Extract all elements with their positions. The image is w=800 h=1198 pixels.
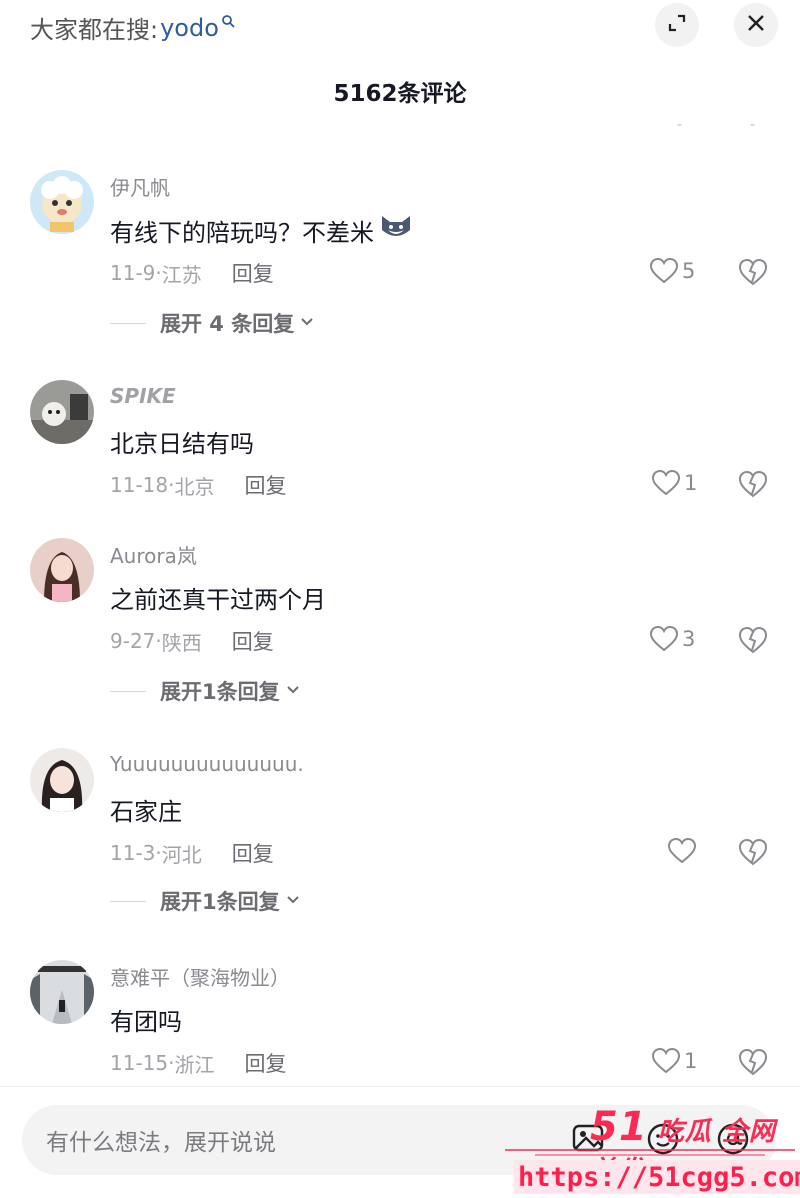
reply-button[interactable]: 回复 bbox=[232, 838, 274, 868]
close-button[interactable] bbox=[734, 3, 778, 47]
comment-text: 之前还真干过两个月 bbox=[110, 586, 326, 614]
avatar[interactable] bbox=[30, 748, 94, 812]
comment-text: 北京日结有吗 bbox=[110, 430, 254, 458]
close-icon bbox=[746, 13, 766, 37]
like-count: 5 bbox=[682, 259, 696, 283]
comment-date: 11-18 bbox=[110, 473, 169, 497]
comment-location: 河北 bbox=[161, 842, 202, 867]
comment-username[interactable]: 意难平（聚海物业） bbox=[110, 962, 290, 991]
heart-icon bbox=[650, 626, 678, 652]
dislike-button[interactable] bbox=[738, 258, 768, 290]
dislike-button[interactable] bbox=[738, 470, 768, 502]
comment-meta: 11-15 · 浙江 回复 bbox=[110, 1048, 286, 1078]
divider-dash: - bbox=[677, 117, 683, 133]
comment-location: 浙江 bbox=[174, 1052, 215, 1077]
expand-replies[interactable]: 展开 4 条回复 bbox=[110, 308, 314, 338]
comment-username[interactable]: 伊凡帆 bbox=[110, 172, 170, 201]
comment-date: 11-9 bbox=[110, 261, 156, 285]
reply-button[interactable]: 回复 bbox=[244, 1048, 286, 1078]
expand-replies[interactable]: 展开1条回复 bbox=[110, 676, 300, 706]
avatar[interactable] bbox=[30, 538, 94, 602]
broken-heart-icon bbox=[738, 258, 768, 286]
heart-icon bbox=[652, 1048, 680, 1074]
comment-username[interactable]: Aurora岚 bbox=[110, 540, 197, 569]
broken-heart-icon bbox=[738, 626, 768, 654]
search-keyword[interactable]: yodo bbox=[160, 14, 219, 42]
like-button[interactable]: 5 bbox=[650, 258, 695, 284]
broken-heart-icon bbox=[738, 470, 768, 498]
heart-icon bbox=[652, 470, 680, 496]
avatar[interactable] bbox=[30, 380, 94, 444]
comment-username[interactable]: Yuuuuuuuuuuuuuu. bbox=[110, 752, 304, 776]
comment-location: 陕西 bbox=[161, 630, 202, 655]
divider-line bbox=[110, 690, 146, 692]
watermark-stripes bbox=[505, 1149, 795, 1156]
comment-location: 江苏 bbox=[161, 262, 202, 287]
dislike-button[interactable] bbox=[738, 838, 768, 870]
watermark-url: https://51cgg5.com bbox=[514, 1160, 800, 1194]
like-count: 1 bbox=[684, 471, 698, 495]
chevron-down-icon bbox=[286, 683, 300, 699]
comment-date: 11-3 bbox=[110, 841, 156, 865]
like-button[interactable] bbox=[668, 838, 700, 864]
divider-line bbox=[110, 900, 146, 902]
comment-location: 北京 bbox=[174, 474, 215, 499]
reply-button[interactable]: 回复 bbox=[232, 258, 274, 288]
comment-date: 11-15 bbox=[110, 1051, 169, 1075]
search-icon bbox=[221, 14, 235, 32]
broken-heart-icon bbox=[738, 1048, 768, 1076]
comment-text: 石家庄 bbox=[110, 798, 182, 826]
search-suggestion[interactable]: 大家都在搜: yodo bbox=[30, 10, 235, 45]
heart-icon bbox=[650, 258, 678, 284]
comment-count-title: 5162条评论 bbox=[333, 81, 467, 107]
like-count: 1 bbox=[684, 1049, 698, 1073]
expand-button[interactable] bbox=[655, 3, 699, 47]
reply-button[interactable]: 回复 bbox=[244, 470, 286, 500]
comment-meta: 11-18 · 北京 回复 bbox=[110, 470, 286, 500]
comment-username[interactable]: SPIKE bbox=[110, 384, 176, 408]
search-prefix: 大家都在搜: bbox=[30, 16, 159, 44]
comment-meta: 11-9 · 江苏 回复 bbox=[110, 258, 274, 288]
comment-meta: 11-3 · 河北 回复 bbox=[110, 838, 274, 868]
top-bar: 大家都在搜: yodo bbox=[0, 0, 800, 56]
chevron-down-icon bbox=[286, 893, 300, 909]
expand-icon bbox=[667, 13, 687, 37]
divider-line bbox=[110, 322, 146, 324]
comment-text: 有团吗 bbox=[110, 1008, 182, 1036]
like-button[interactable]: 1 bbox=[652, 470, 697, 496]
like-button[interactable]: 3 bbox=[650, 626, 695, 652]
wolf-face-icon bbox=[378, 212, 414, 248]
divider-dash: - bbox=[750, 117, 756, 133]
comment-input-placeholder: 有什么想法，展开说说 bbox=[46, 1130, 276, 1156]
avatar[interactable] bbox=[30, 170, 94, 234]
comment-text: 有线下的陪玩吗？不差米 bbox=[110, 212, 414, 248]
avatar[interactable] bbox=[30, 960, 94, 1024]
like-button[interactable]: 1 bbox=[652, 1048, 697, 1074]
reply-button[interactable]: 回复 bbox=[232, 626, 274, 656]
chevron-down-icon bbox=[300, 315, 314, 331]
comment-date: 9-27 bbox=[110, 629, 156, 653]
dislike-button[interactable] bbox=[738, 626, 768, 658]
broken-heart-icon bbox=[738, 838, 768, 866]
expand-replies[interactable]: 展开1条回复 bbox=[110, 886, 300, 916]
like-count: 3 bbox=[682, 627, 696, 651]
heart-icon bbox=[668, 838, 696, 864]
comment-meta: 9-27 · 陕西 回复 bbox=[110, 626, 274, 656]
dislike-button[interactable] bbox=[738, 1048, 768, 1080]
